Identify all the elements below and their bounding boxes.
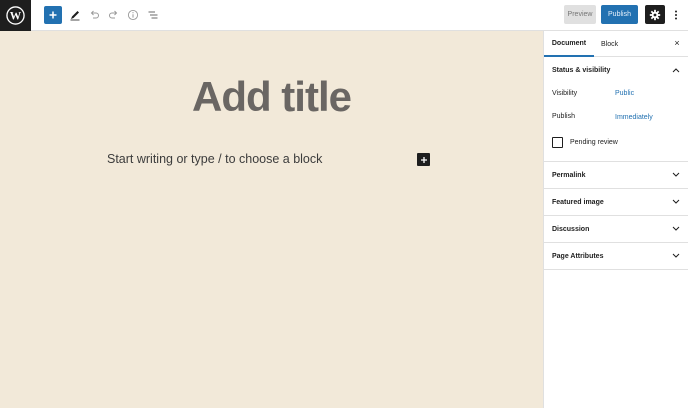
- panel-header-discussion[interactable]: Discussion: [544, 216, 688, 242]
- pencil-icon: [70, 11, 80, 21]
- options-button[interactable]: [670, 5, 682, 24]
- close-icon[interactable]: ×: [672, 38, 682, 48]
- panel-page-attributes: Page Attributes: [544, 243, 688, 270]
- chevron-down-icon: [672, 225, 680, 233]
- pending-review-label: Pending review: [570, 139, 618, 146]
- panel-title: Permalink: [552, 171, 586, 179]
- more-vertical-icon: [675, 10, 677, 19]
- editor-header: W Preview Publish: [0, 0, 688, 31]
- list-view-icon: [148, 11, 158, 19]
- chevron-up-icon: [672, 66, 680, 74]
- panel-title: Page Attributes: [552, 252, 604, 260]
- redo-icon: [109, 10, 118, 19]
- settings-button[interactable]: [645, 5, 665, 24]
- panel-permalink: Permalink: [544, 162, 688, 189]
- plus-icon: [49, 11, 57, 19]
- redo-button[interactable]: [105, 6, 123, 24]
- plus-icon: [420, 156, 427, 163]
- gear-icon: [649, 9, 661, 20]
- panel-header-permalink[interactable]: Permalink: [544, 162, 688, 188]
- visibility-label: Visibility: [552, 90, 578, 97]
- panel-title: Status & visibility: [552, 66, 611, 74]
- publish-button[interactable]: Publish: [601, 5, 638, 24]
- panel-discussion: Discussion: [544, 216, 688, 243]
- wordpress-logo[interactable]: W: [0, 0, 31, 31]
- panel-title: Discussion: [552, 225, 590, 233]
- chevron-down-icon: [672, 198, 680, 206]
- visibility-value-link[interactable]: Public: [615, 90, 634, 97]
- panel-status-visibility: Status & visibility Visibility Public Pu…: [544, 57, 688, 162]
- wordpress-icon: W: [6, 6, 25, 25]
- panel-title: Featured image: [552, 198, 604, 206]
- info-icon: [127, 9, 139, 21]
- status-visibility-body: Visibility Public Publish Immediately Pe…: [544, 83, 688, 161]
- panel-header-status-visibility[interactable]: Status & visibility: [544, 57, 688, 83]
- list-view-button[interactable]: [144, 6, 162, 24]
- add-block-button[interactable]: [44, 6, 62, 24]
- tab-block[interactable]: Block: [601, 31, 618, 57]
- panel-header-page-attributes[interactable]: Page Attributes: [544, 243, 688, 269]
- publish-date-link[interactable]: Immediately: [615, 114, 653, 121]
- details-button[interactable]: [124, 6, 142, 24]
- settings-sidebar: Document Block × Status & visibility Vis…: [543, 31, 688, 408]
- block-placeholder[interactable]: Start writing or type / to choose a bloc…: [107, 152, 322, 166]
- panel-featured-image: Featured image: [544, 189, 688, 216]
- editor-canvas: Add title Start writing or type / to cho…: [0, 31, 543, 408]
- panel-header-featured-image[interactable]: Featured image: [544, 189, 688, 215]
- sidebar-tabs: Document Block ×: [544, 31, 688, 57]
- svg-text:W: W: [10, 10, 22, 22]
- tools-button[interactable]: [66, 6, 84, 24]
- undo-button[interactable]: [85, 6, 103, 24]
- pending-review-checkbox[interactable]: [552, 137, 563, 148]
- chevron-down-icon: [672, 171, 680, 179]
- tab-document[interactable]: Document: [544, 31, 594, 57]
- inline-add-block-button[interactable]: [417, 153, 430, 166]
- chevron-down-icon: [672, 252, 680, 260]
- publish-label: Publish: [552, 113, 575, 120]
- post-title-input[interactable]: Add title: [0, 73, 543, 121]
- undo-icon: [90, 10, 99, 19]
- preview-button[interactable]: Preview: [564, 5, 596, 24]
